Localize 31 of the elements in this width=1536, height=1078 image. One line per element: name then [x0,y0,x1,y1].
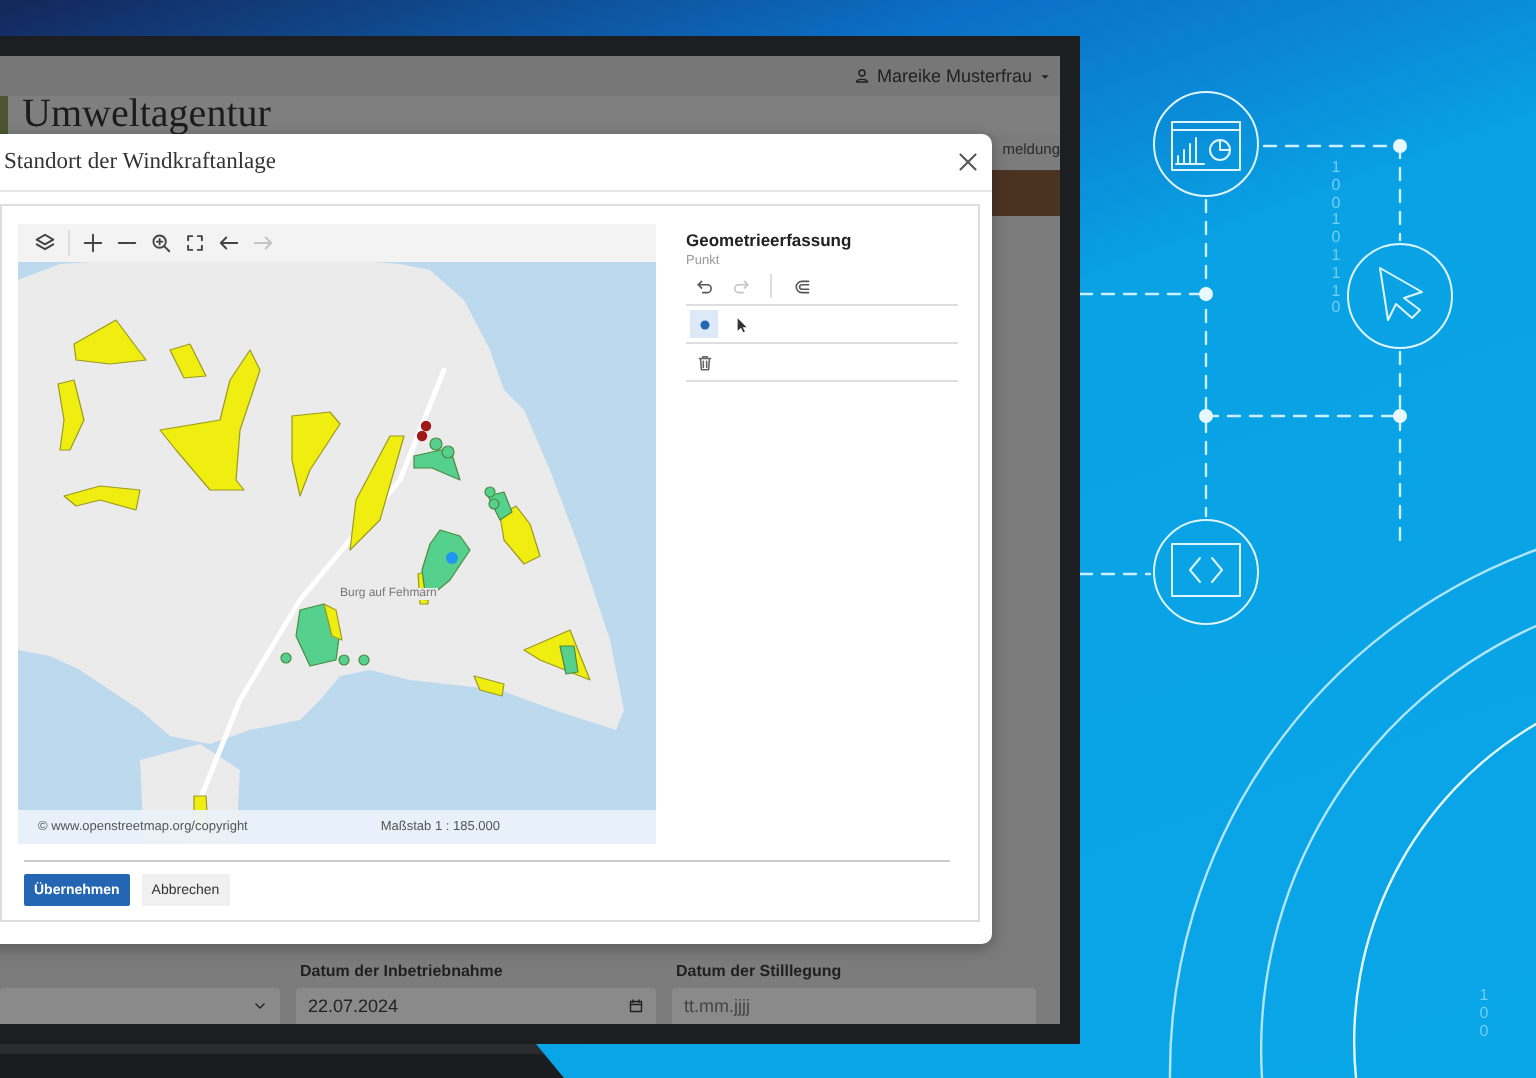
undo-icon [695,277,713,295]
panel-title: Geometrieerfassung [686,230,854,250]
magnet-icon [793,277,811,295]
zoom-in-button[interactable] [78,228,108,258]
close-button[interactable] [956,150,980,174]
site-title: Umweltagentur [22,96,271,134]
binary-digits: 100101110 [1329,160,1343,319]
redo-icon [731,277,749,295]
point-icon [695,315,713,333]
fullscreen-icon [184,232,206,254]
layers-icon [34,232,56,254]
trash-icon [695,353,713,371]
caret-icon [1038,69,1052,83]
plus-icon [82,232,104,254]
field-label: Datum der Stilllegung [676,962,844,980]
arrow-right-icon [252,232,274,254]
draw-point-button[interactable] [690,310,718,338]
date-field[interactable]: 22.07.2024 [296,988,656,1024]
logo-bar [0,96,8,134]
chevron-down-icon [252,998,268,1014]
date-field[interactable]: tt.mm.jjjj [672,988,1036,1024]
dialog-title: Standort der Windkraftanlage [4,150,277,174]
zoom-icon [150,232,172,254]
field-label: Datum der Inbetriebnahme [300,962,505,980]
calendar-icon [628,998,644,1014]
select-field[interactable] [0,988,280,1024]
user-name[interactable]: Mareike Musterfrau [876,66,1032,86]
user-icon [854,68,871,84]
binary-digits: 100 [1477,988,1491,1041]
arrow-left-icon [218,232,240,254]
zoom-to-extent-button[interactable] [146,228,176,258]
